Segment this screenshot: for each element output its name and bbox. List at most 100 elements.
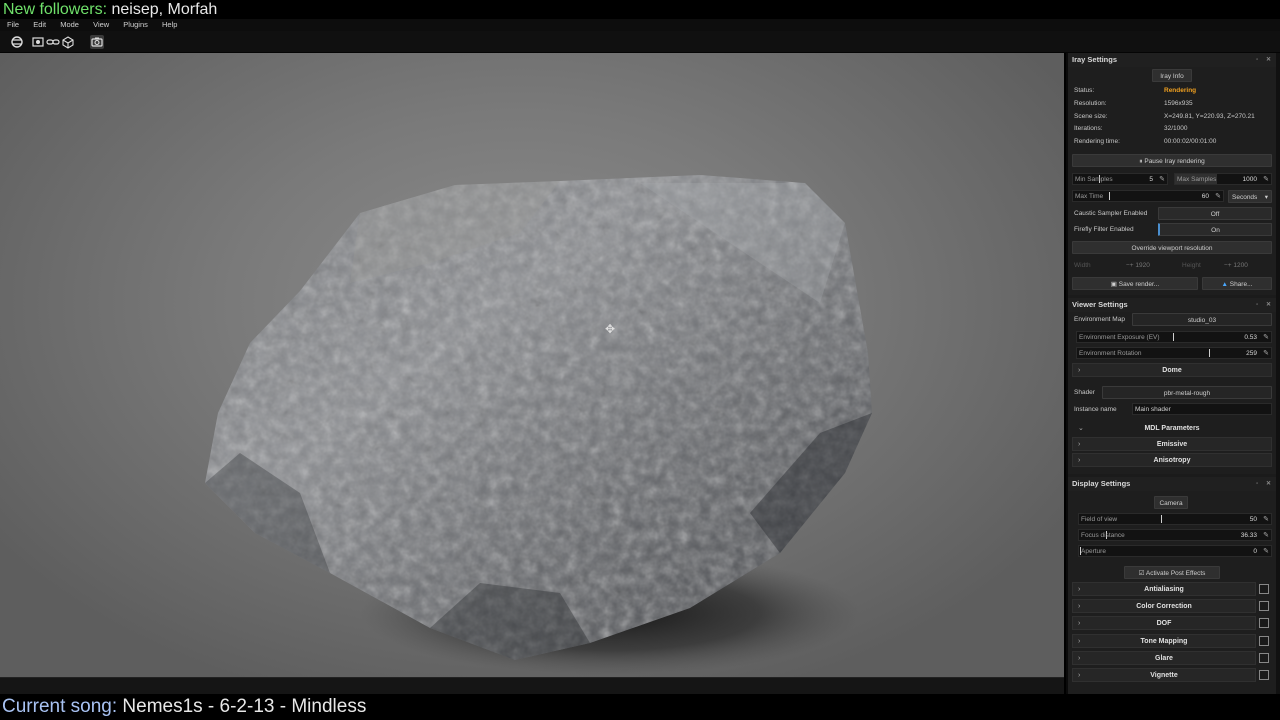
move-cursor-icon: ✥ <box>604 322 616 336</box>
menu-bar: File Edit Mode View Plugins Help <box>0 19 1280 31</box>
edit-pencil-icon[interactable]: ✎ <box>1263 332 1269 344</box>
environment-rotation-field[interactable]: Environment Rotation 259 ✎ <box>1076 347 1272 359</box>
render-icon[interactable] <box>10 35 24 49</box>
render-viewport[interactable]: ✥ <box>0 53 1064 677</box>
anisotropy-group[interactable]: › Anisotropy <box>1072 453 1272 467</box>
panel-float-close-icon[interactable]: ▫ ✕ <box>1256 53 1274 67</box>
dof-group[interactable]: › DOF <box>1072 616 1269 630</box>
menu-help[interactable]: Help <box>162 20 177 29</box>
rock-model <box>205 175 872 675</box>
menu-plugins[interactable]: Plugins <box>123 20 148 29</box>
antialiasing-checkbox[interactable] <box>1259 584 1269 594</box>
color-correction-group[interactable]: › Color Correction <box>1072 599 1269 613</box>
panel-float-close-icon[interactable]: ▫ ✕ <box>1256 298 1274 312</box>
new-followers-overlay: New followers: neisep, Morfah <box>0 0 1280 19</box>
chevron-down-icon: ⌄ <box>1078 425 1084 432</box>
max-time-field[interactable]: Max Time 60 ✎ <box>1072 190 1224 202</box>
glare-checkbox[interactable] <box>1259 653 1269 663</box>
chevron-right-icon: › <box>1078 367 1081 374</box>
aperture-field[interactable]: Aperture 0 ✎ <box>1078 545 1272 557</box>
caustic-sampler-toggle[interactable]: Off <box>1158 207 1272 220</box>
height-stepper[interactable]: −+ 1200 <box>1224 259 1248 272</box>
toolbar <box>0 31 1280 53</box>
dof-checkbox[interactable] <box>1259 618 1269 628</box>
tone-mapping-group[interactable]: › Tone Mapping <box>1072 634 1269 648</box>
menu-file[interactable]: File <box>7 20 19 29</box>
activate-post-effects-toggle[interactable]: ☑ Activate Post Effects <box>1124 566 1220 579</box>
color-correction-checkbox[interactable] <box>1259 601 1269 611</box>
shader-select[interactable]: pbr-metal-rough <box>1102 386 1272 399</box>
settings-panel: Iray Settings ▫ ✕ Iray Info Status: Rend… <box>1066 53 1280 694</box>
viewer-settings-header: Viewer Settings ▫ ✕ <box>1068 298 1276 312</box>
song-value: Nemes1s - 6-2-13 - Mindless <box>122 696 367 717</box>
camera-tab[interactable]: Camera <box>1154 496 1188 509</box>
share-button[interactable]: ▲ Share... <box>1202 277 1272 290</box>
iray-info-tab[interactable]: Iray Info <box>1152 69 1192 82</box>
checkbox-checked-icon: ☑ <box>1138 570 1146 577</box>
camera-icon[interactable] <box>90 35 104 49</box>
followers-value: neisep, Morfah <box>111 1 218 18</box>
followers-label: New followers: <box>3 1 108 18</box>
chevron-right-icon: › <box>1078 620 1081 627</box>
viewer-settings-section: Viewer Settings ▫ ✕ Environment Map stud… <box>1068 298 1276 474</box>
min-samples-field[interactable]: Min Samples 5 ✎ <box>1072 173 1168 185</box>
rendering-time-row: Rendering time: 00:00:02/00:01:00 <box>1074 138 1217 145</box>
panel-scrollbar[interactable] <box>1276 53 1280 694</box>
edit-pencil-icon[interactable]: ✎ <box>1159 174 1165 186</box>
pause-iray-button[interactable]: ⏸ Pause Iray rendering <box>1072 154 1272 167</box>
edit-pencil-icon[interactable]: ✎ <box>1263 546 1269 558</box>
width-stepper[interactable]: −+ 1920 <box>1126 259 1150 272</box>
vignette-group[interactable]: › Vignette <box>1072 668 1269 682</box>
chevron-down-icon: ▾ <box>1264 194 1268 201</box>
iray-settings-title: Iray Settings <box>1072 55 1118 64</box>
tone-mapping-checkbox[interactable] <box>1259 636 1269 646</box>
menu-edit[interactable]: Edit <box>33 20 46 29</box>
override-viewport-resolution-button[interactable]: Override viewport resolution <box>1072 241 1272 254</box>
width-row: Width −+ 1920 Height −+ 1200 <box>1072 259 1274 272</box>
chevron-right-icon: › <box>1078 457 1081 464</box>
chevron-right-icon: › <box>1078 672 1081 679</box>
viewport-status-strip <box>0 677 1064 694</box>
edit-pencil-icon[interactable]: ✎ <box>1263 514 1269 526</box>
display-settings-section: Display Settings ▫ ✕ Camera Field of vie… <box>1068 477 1276 694</box>
current-song-overlay: Current song: Nemes1s - 6-2-13 - Mindles… <box>0 694 1280 720</box>
menu-view[interactable]: View <box>93 20 109 29</box>
glare-group[interactable]: › Glare <box>1072 651 1269 665</box>
vignette-checkbox[interactable] <box>1259 670 1269 680</box>
edit-pencil-icon[interactable]: ✎ <box>1263 174 1269 186</box>
save-icon: ▣ <box>1110 281 1119 288</box>
chevron-right-icon: › <box>1078 638 1081 645</box>
cube-icon[interactable] <box>61 35 75 49</box>
chevron-right-icon: › <box>1078 586 1081 593</box>
instance-name-input[interactable]: Main shader <box>1132 403 1272 415</box>
dome-group[interactable]: › Dome <box>1072 363 1272 377</box>
environment-map-select[interactable]: studio_03 <box>1132 313 1272 326</box>
save-render-button[interactable]: ▣ Save render... <box>1072 277 1198 290</box>
iterations-row: Iterations: 32/1000 <box>1074 125 1188 132</box>
display-settings-header: Display Settings ▫ ✕ <box>1068 477 1276 491</box>
chevron-right-icon: › <box>1078 441 1081 448</box>
max-samples-field[interactable]: Max Samples 1000 ✎ <box>1174 173 1272 185</box>
iray-settings-section: Iray Settings ▫ ✕ Iray Info Status: Rend… <box>1068 53 1276 295</box>
antialiasing-group[interactable]: › Antialiasing <box>1072 582 1269 596</box>
iray-settings-header: Iray Settings ▫ ✕ <box>1068 53 1276 67</box>
panel-float-close-icon[interactable]: ▫ ✕ <box>1256 477 1274 491</box>
focus-distance-field[interactable]: Focus distance 36.33 ✎ <box>1078 529 1272 541</box>
resolution-row: Resolution: 1596x935 <box>1074 100 1193 107</box>
viewer-settings-title: Viewer Settings <box>1072 300 1128 309</box>
environment-exposure-field[interactable]: Environment Exposure (EV) 0.53 ✎ <box>1076 331 1272 343</box>
chevron-right-icon: › <box>1078 655 1081 662</box>
edit-pencil-icon[interactable]: ✎ <box>1263 530 1269 542</box>
link-icon[interactable] <box>46 35 60 49</box>
menu-mode[interactable]: Mode <box>60 20 79 29</box>
share-icon: ▲ <box>1221 281 1230 288</box>
field-of-view-field[interactable]: Field of view 50 ✎ <box>1078 513 1272 525</box>
edit-pencil-icon[interactable]: ✎ <box>1215 191 1221 203</box>
time-unit-dropdown[interactable]: Seconds ▾ <box>1228 190 1272 203</box>
status-row: Status: Rendering <box>1072 84 1274 97</box>
render-region-icon[interactable] <box>31 35 45 49</box>
emissive-group[interactable]: › Emissive <box>1072 437 1272 451</box>
mdl-parameters-group[interactable]: ⌄ MDL Parameters <box>1072 421 1272 435</box>
edit-pencil-icon[interactable]: ✎ <box>1263 348 1269 360</box>
firefly-filter-toggle[interactable]: On <box>1158 223 1272 236</box>
